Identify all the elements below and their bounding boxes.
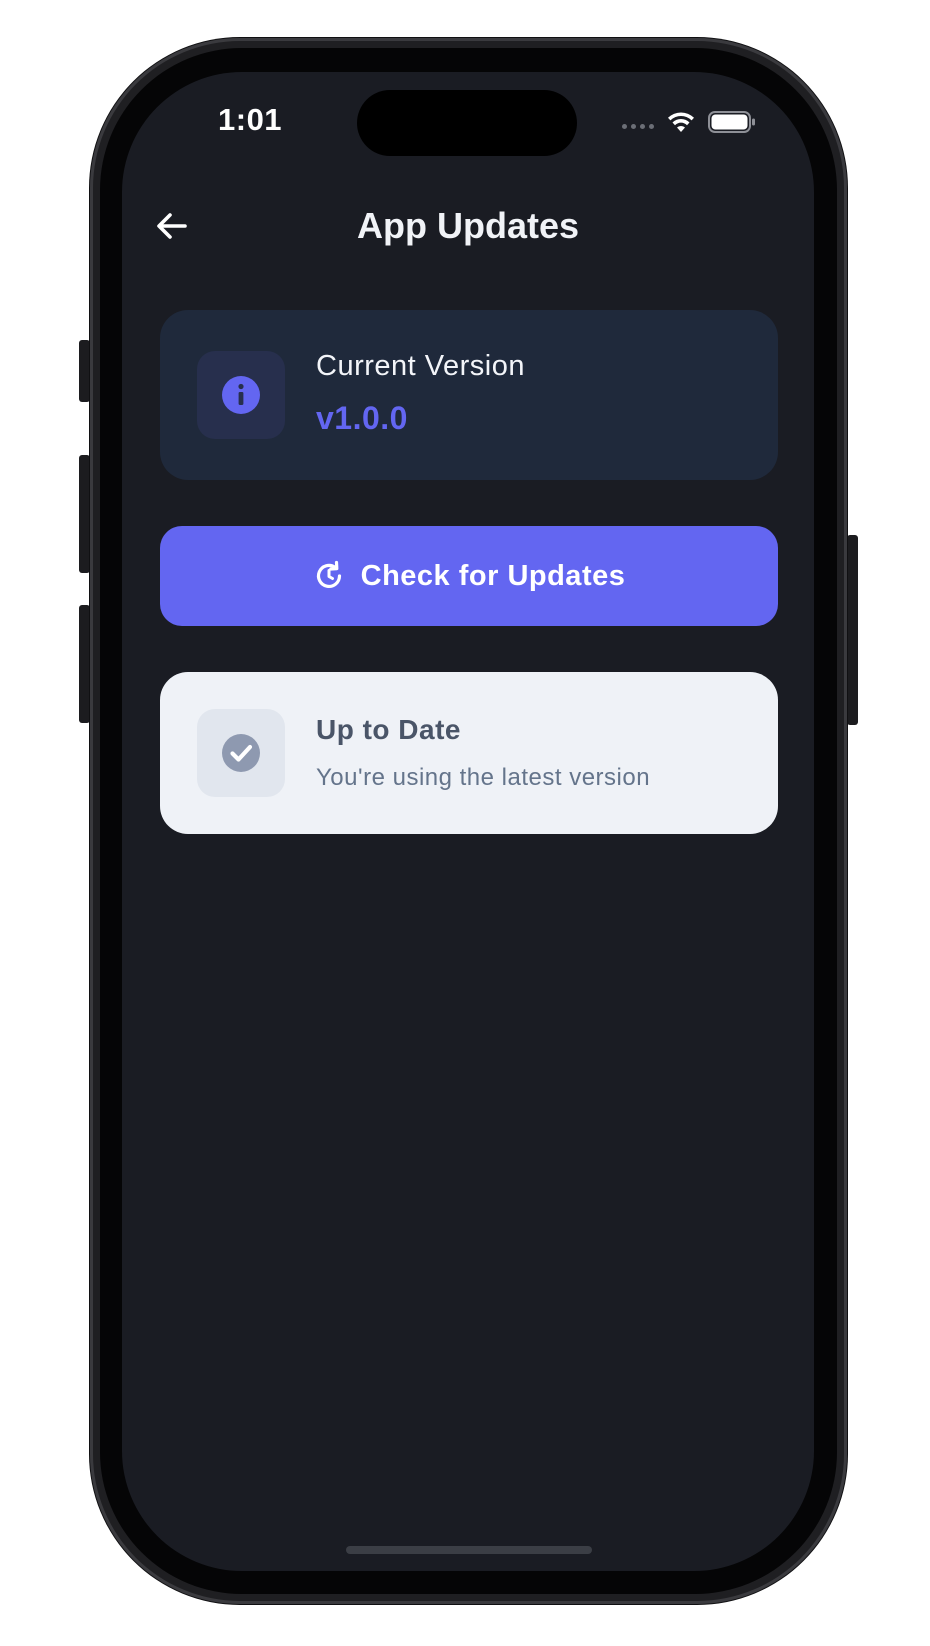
check-for-updates-label: Check for Updates [360, 559, 626, 592]
status-indicators [622, 108, 756, 136]
status-title: Up to Date [316, 714, 461, 745]
current-version-value: v1.0.0 [316, 400, 408, 436]
wifi-icon [668, 112, 694, 132]
volume-up-button [79, 455, 90, 573]
current-version-label: Current Version [316, 350, 525, 382]
app-screen: 1:01 App Updates Current Version v1.0.0 … [122, 72, 814, 1571]
device-mockup: 1:01 App Updates Current Version v1.0.0 … [0, 0, 930, 1646]
cellular-signal-icon [622, 123, 654, 129]
status-time: 1:01 [218, 102, 283, 137]
home-indicator[interactable] [346, 1546, 592, 1554]
update-status-card: Up to Date You're using the latest versi… [160, 672, 778, 834]
page-title: App Updates [356, 205, 579, 246]
info-icon [222, 376, 260, 414]
battery-icon [708, 111, 755, 133]
status-icon-tile [197, 709, 285, 797]
dynamic-island [357, 90, 577, 156]
action-button [79, 340, 90, 402]
check-circle-icon [222, 734, 260, 772]
version-icon-tile [197, 351, 285, 439]
status-description: You're using the latest version [316, 764, 651, 791]
refresh-clock-icon [316, 560, 341, 589]
volume-down-button [79, 605, 90, 723]
current-version-card: Current Version v1.0.0 [160, 310, 778, 480]
power-button [847, 535, 858, 725]
check-for-updates-button[interactable]: Check for Updates [160, 526, 778, 626]
